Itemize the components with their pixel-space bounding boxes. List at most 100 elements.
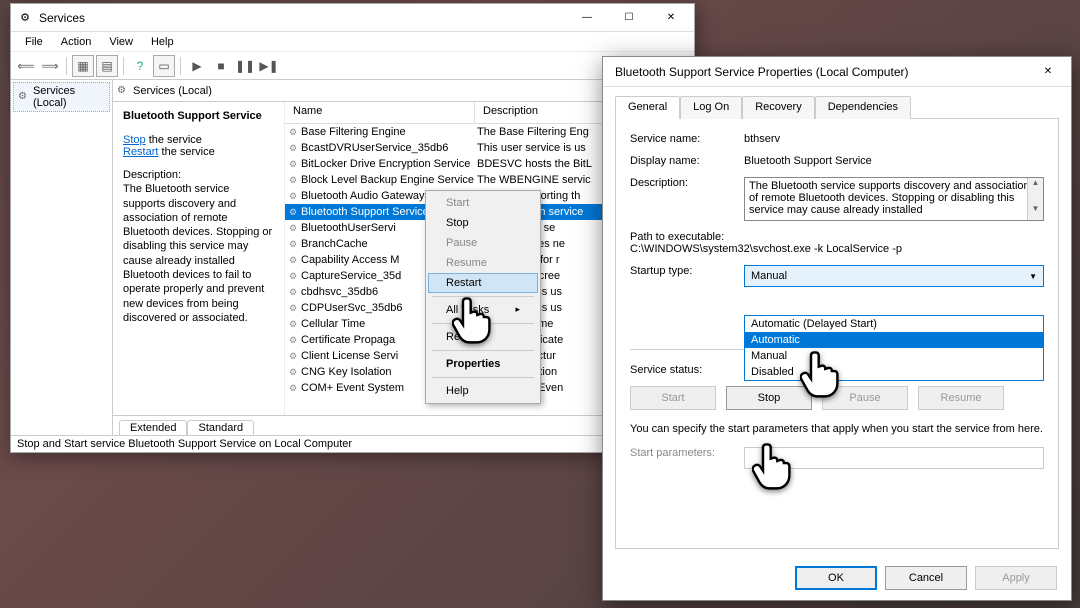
gear-icon: ⚙ (285, 351, 301, 362)
context-menu: Start Stop Pause Resume Restart All Task… (425, 190, 541, 404)
dd-opt-manual[interactable]: Manual (745, 348, 1043, 364)
gear-icon: ⚙ (18, 91, 29, 103)
startup-value: Manual (751, 270, 787, 282)
back-icon[interactable]: ⟸ (15, 55, 37, 77)
row-name: Base Filtering Engine (301, 126, 477, 138)
maximize-button[interactable]: ☐ (608, 6, 650, 30)
row-name: BcastDVRUserService_35db6 (301, 142, 477, 154)
gear-icon: ⚙ (285, 367, 301, 378)
toolbar: ⟸ ⟹ ▦ ▤ ? ▭ ▶ ■ ❚❚ ▶❚ (11, 52, 694, 80)
ctx-properties[interactable]: Properties (428, 354, 538, 374)
props-close-button[interactable]: ✕ (1027, 60, 1069, 84)
gear-icon: ⚙ (285, 143, 301, 154)
label-desc: Description: (630, 177, 744, 221)
menu-help[interactable]: Help (143, 34, 182, 50)
gear-icon: ⚙ (285, 127, 301, 138)
chevron-down-icon: ▼ (1029, 272, 1037, 281)
restart-link[interactable]: Restart (123, 146, 158, 158)
gear-icon: ⚙ (285, 223, 301, 234)
gear-icon: ⚙ (285, 175, 301, 186)
label-svc-name: Service name: (630, 133, 744, 145)
forward-icon[interactable]: ⟹ (39, 55, 61, 77)
desc-scrollbar[interactable]: ▲▼ (1027, 178, 1043, 220)
close-button[interactable]: ✕ (650, 6, 692, 30)
props-tabs: General Log On Recovery Dependencies (615, 95, 1059, 119)
tree-item-label: Services (Local) (33, 85, 105, 109)
menu-view[interactable]: View (101, 34, 141, 50)
value-disp-name: Bluetooth Support Service (744, 155, 1044, 167)
tab-recovery[interactable]: Recovery (742, 96, 814, 119)
dd-opt-disabled[interactable]: Disabled (745, 364, 1043, 380)
desc-content: The Bluetooth service supports discovery… (749, 180, 1030, 216)
ctx-all-tasks[interactable]: All Tasks (428, 300, 538, 320)
gear-icon: ⚙ (17, 10, 33, 26)
dd-opt-automatic[interactable]: Automatic (745, 332, 1043, 348)
label-startup: Startup type: (630, 265, 744, 287)
hint-text: You can specify the start parameters tha… (630, 422, 1044, 437)
row-name: BitLocker Drive Encryption Service (301, 158, 477, 170)
startup-select[interactable]: Manual ▼ (744, 265, 1044, 287)
col-header-name[interactable]: Name (285, 102, 475, 123)
ctx-pause: Pause (428, 233, 538, 253)
gear-icon: ⚙ (285, 159, 301, 170)
gear-icon: ⚙ (285, 287, 301, 298)
services-titlebar[interactable]: ⚙ Services — ☐ ✕ (11, 4, 694, 32)
stop-button[interactable]: Stop (726, 386, 812, 410)
ctx-refresh[interactable]: Refresh (428, 327, 538, 347)
props-title: Bluetooth Support Service Properties (Lo… (609, 65, 1027, 79)
value-path: C:\WINDOWS\system32\svchost.exe -k Local… (630, 243, 1044, 255)
services-window: ⚙ Services — ☐ ✕ File Action View Help ⟸… (10, 3, 695, 453)
tree-item-services-local[interactable]: ⚙ Services (Local) (13, 82, 110, 112)
gear-icon: ⚙ (285, 239, 301, 250)
menu-action[interactable]: Action (53, 34, 100, 50)
props-icon[interactable]: ▭ (153, 55, 175, 77)
ctx-resume: Resume (428, 253, 538, 273)
gear-icon: ⚙ (117, 85, 129, 97)
pause-icon[interactable]: ❚❚ (234, 55, 256, 77)
gear-icon: ⚙ (285, 207, 301, 218)
desc-textarea[interactable]: The Bluetooth service supports discovery… (744, 177, 1044, 221)
stop-icon[interactable]: ■ (210, 55, 232, 77)
info-heading: Bluetooth Support Service (123, 110, 274, 122)
dd-opt-delayed[interactable]: Automatic (Delayed Start) (745, 316, 1043, 332)
stop-link[interactable]: Stop (123, 134, 146, 146)
help-icon[interactable]: ? (129, 55, 151, 77)
gear-icon: ⚙ (285, 335, 301, 346)
cancel-button[interactable]: Cancel (885, 566, 967, 590)
ctx-stop[interactable]: Stop (428, 213, 538, 233)
view-icon[interactable]: ▦ (72, 55, 94, 77)
gear-icon: ⚙ (285, 383, 301, 394)
properties-dialog: Bluetooth Support Service Properties (Lo… (602, 56, 1072, 601)
restart-icon[interactable]: ▶❚ (258, 55, 280, 77)
window-title: Services (39, 11, 566, 25)
pause-button: Pause (822, 386, 908, 410)
tab-standard[interactable]: Standard (187, 420, 254, 435)
menu-file[interactable]: File (17, 34, 51, 50)
label-disp-name: Display name: (630, 155, 744, 167)
detail-icon[interactable]: ▤ (96, 55, 118, 77)
label-params: Start parameters: (630, 447, 744, 469)
menubar: File Action View Help (11, 32, 694, 52)
info-panel: Bluetooth Support Service Stop the servi… (113, 102, 285, 415)
minimize-button[interactable]: — (566, 6, 608, 30)
props-titlebar[interactable]: Bluetooth Support Service Properties (Lo… (603, 57, 1071, 87)
scroll-up-icon[interactable]: ▲ (1028, 178, 1043, 194)
restart-suffix: the service (158, 146, 214, 158)
gear-icon: ⚙ (285, 255, 301, 266)
apply-button: Apply (975, 566, 1057, 590)
tab-extended[interactable]: Extended (119, 420, 187, 435)
stop-suffix: the service (146, 134, 202, 146)
ok-button[interactable]: OK (795, 566, 877, 590)
params-input[interactable] (744, 447, 1044, 469)
gear-icon: ⚙ (285, 271, 301, 282)
ctx-help[interactable]: Help (428, 381, 538, 401)
tab-logon[interactable]: Log On (680, 96, 742, 119)
ctx-restart[interactable]: Restart (428, 273, 538, 293)
tab-general[interactable]: General (615, 96, 680, 119)
scroll-down-icon[interactable]: ▼ (1028, 204, 1043, 220)
play-icon[interactable]: ▶ (186, 55, 208, 77)
tab-dependencies[interactable]: Dependencies (815, 96, 911, 119)
tree-pane: ⚙ Services (Local) (11, 80, 113, 435)
start-button: Start (630, 386, 716, 410)
resume-button: Resume (918, 386, 1004, 410)
